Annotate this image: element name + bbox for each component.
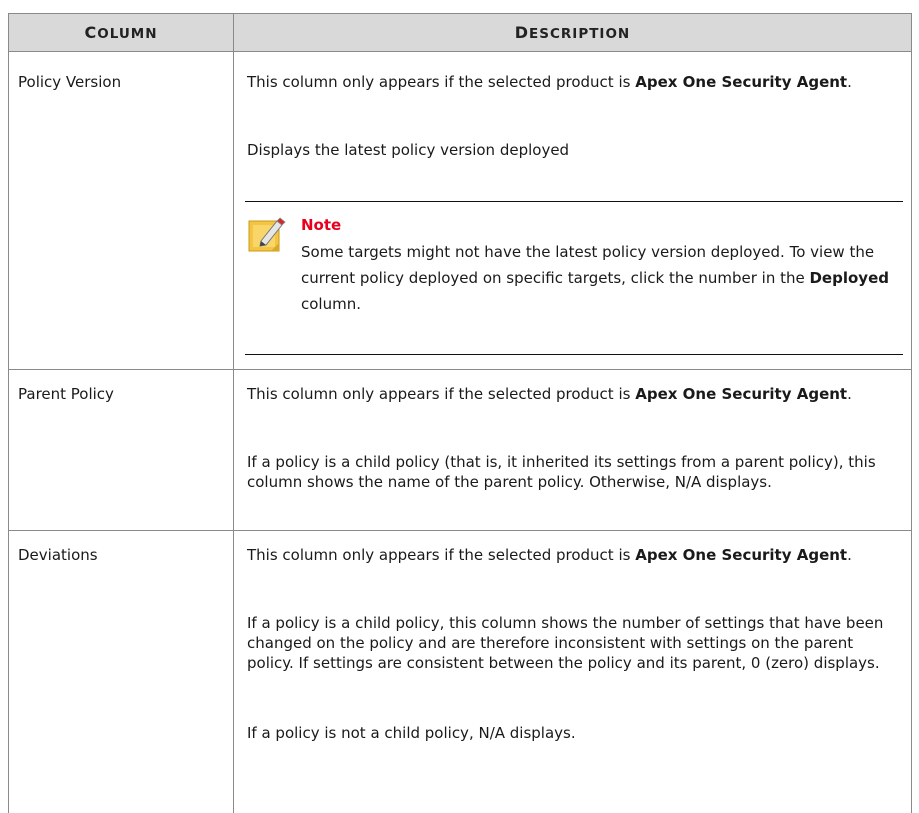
row-deviations-para-2: If a policy is not a child policy, N/A d… — [247, 724, 576, 742]
row-deviations-intro: This column only appears if the selected… — [247, 546, 852, 564]
column-divider — [233, 13, 234, 813]
row-parent-policy-name: Parent Policy — [18, 385, 114, 403]
row-policy-version-para: Displays the latest policy version deplo… — [247, 141, 570, 159]
header-column: COLUMN — [84, 23, 158, 42]
table-header: COLUMN DESCRIPTION — [9, 13, 911, 52]
row-policy-version-intro: This column only appears if the selected… — [247, 73, 852, 91]
note-pencil-icon — [247, 215, 287, 255]
row-parent-policy-para: If a policy is a child policy (that is, … — [247, 453, 876, 491]
note-text: Some targets might not have the latest p… — [301, 243, 889, 313]
row-parent-policy-intro: This column only appears if the selected… — [247, 385, 852, 403]
note-top-rule — [245, 201, 903, 202]
header-description: DESCRIPTION — [514, 23, 631, 42]
row-divider — [9, 530, 911, 531]
note-bottom-rule — [245, 354, 903, 355]
row-policy-version-name: Policy Version — [18, 73, 122, 91]
row-divider — [9, 369, 911, 370]
note-title: Note — [301, 216, 342, 234]
columns-table: COLUMN DESCRIPTION Policy Version This c… — [8, 13, 912, 813]
row-deviations-para: If a policy is a child policy, this colu… — [247, 614, 884, 672]
row-deviations-name: Deviations — [18, 546, 98, 564]
